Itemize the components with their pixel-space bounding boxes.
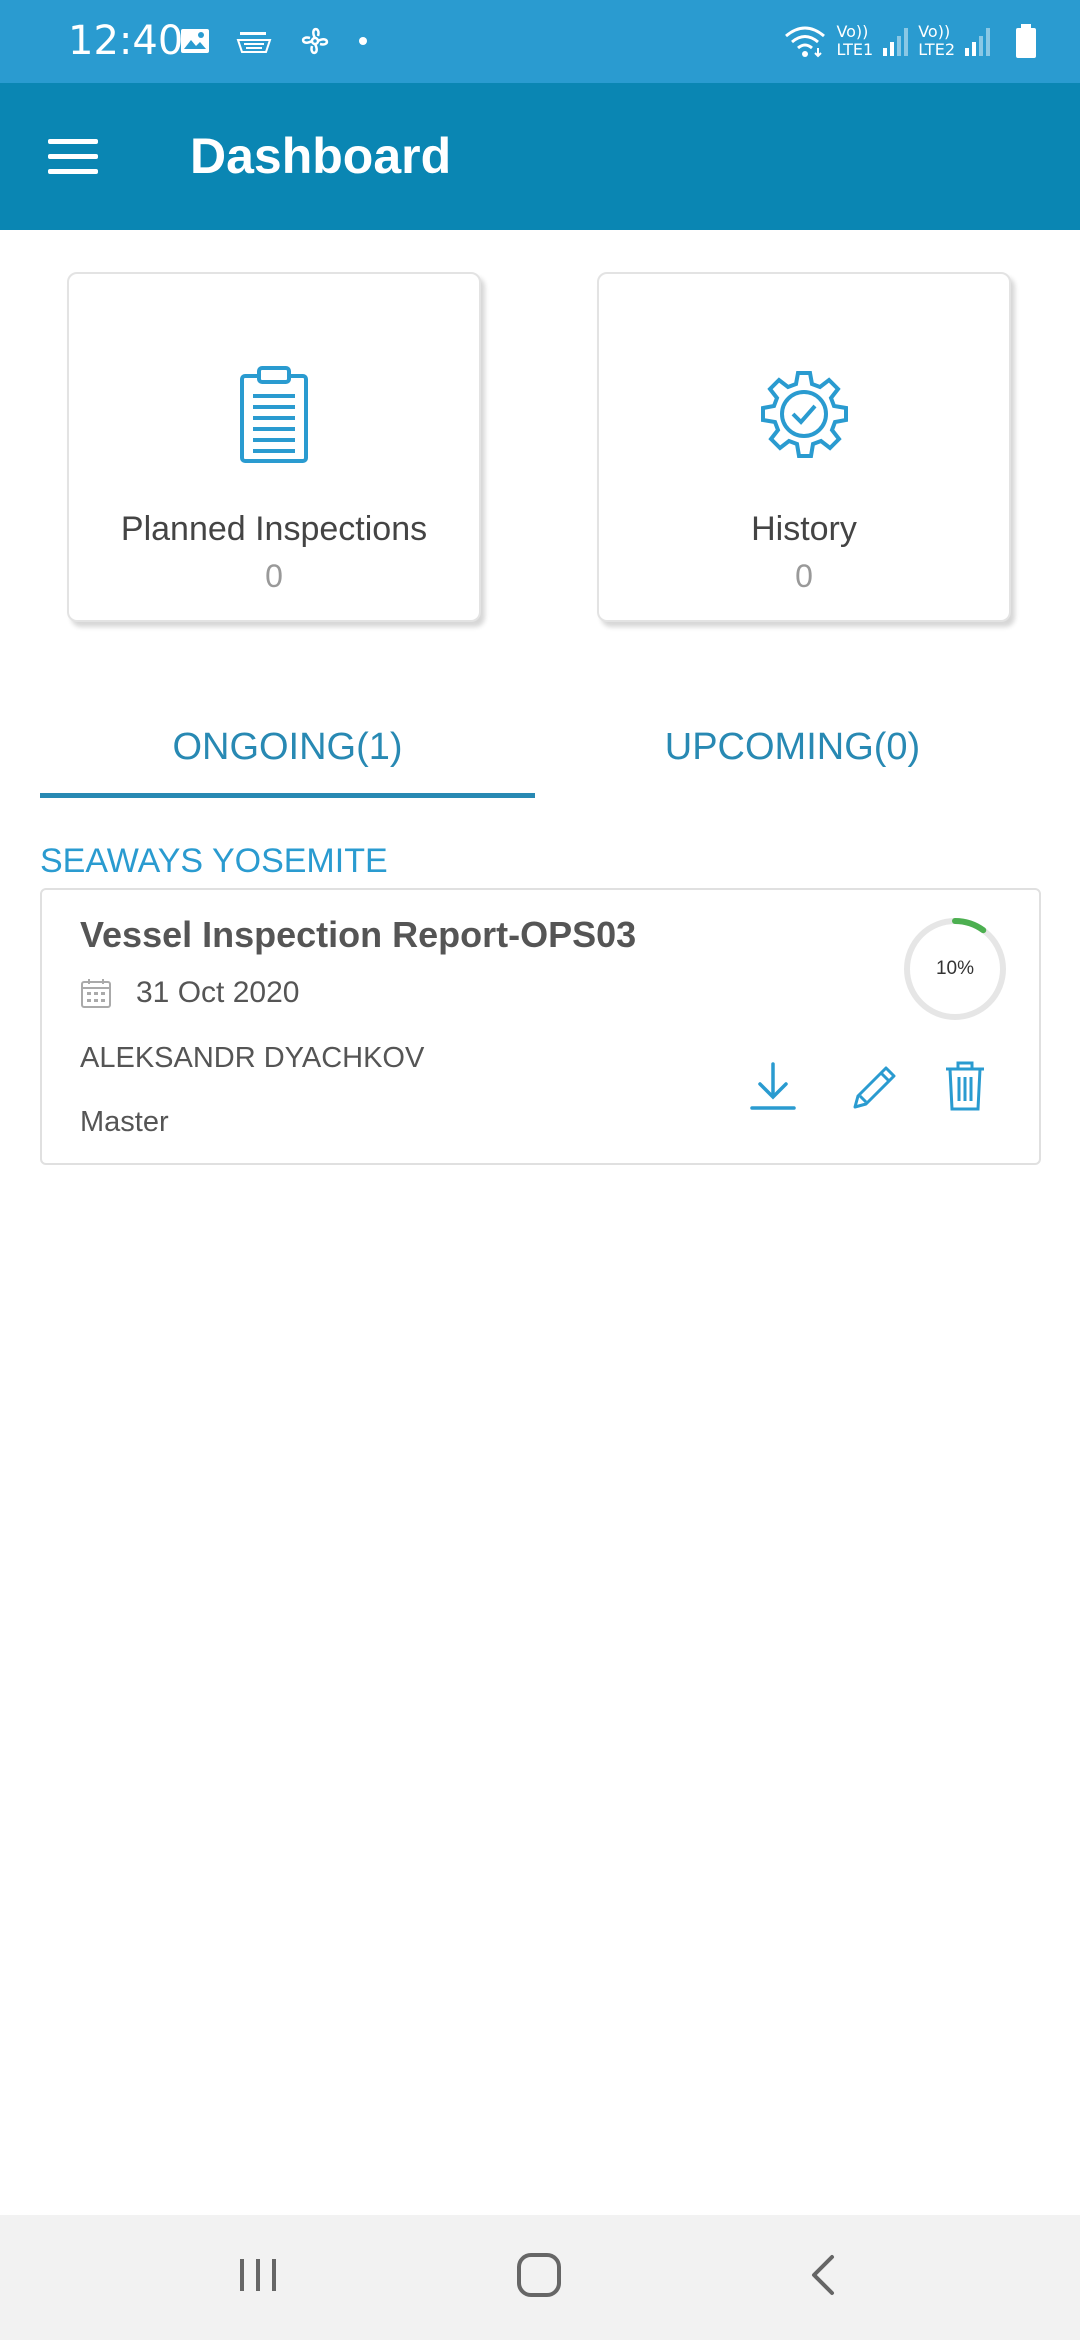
inspection-date-row: 31 Oct 2020 xyxy=(80,976,299,1010)
signal-icon xyxy=(883,26,909,56)
hamburger-icon[interactable] xyxy=(48,139,98,175)
back-icon[interactable] xyxy=(802,2245,842,2305)
status-bar: 12:40 Vo)) LTE1 Vo)) LTE2 xyxy=(0,0,1080,83)
fan-icon xyxy=(301,27,329,55)
planned-inspections-label: Planned Inspections xyxy=(120,510,428,548)
amazon-icon xyxy=(236,32,272,53)
system-nav-bar xyxy=(0,2215,1080,2340)
status-icons-right: Vo)) LTE1 Vo)) LTE2 xyxy=(784,16,1038,66)
history-count: 0 xyxy=(795,558,813,594)
wifi-icon xyxy=(785,26,826,58)
battery-icon xyxy=(1016,24,1036,58)
progress-label: 10% xyxy=(935,958,975,979)
sim1-volte: Vo)) xyxy=(836,22,869,41)
inspection-tabs: ONGOING(1) UPCOMING(0) xyxy=(40,700,1040,800)
progress-ring: 10% xyxy=(902,916,1008,1022)
tab-indicator xyxy=(40,793,535,798)
calendar-icon xyxy=(81,979,111,1008)
signal-icon-2 xyxy=(965,26,990,56)
vessel-name: SEAWAYS YOSEMITE xyxy=(40,842,388,880)
status-time: 12:40 xyxy=(68,18,184,64)
app-bar: Dashboard xyxy=(0,83,1080,230)
planned-inspections-card[interactable]: Planned Inspections 0 xyxy=(67,272,481,622)
sim2-volte: Vo)) xyxy=(918,22,951,41)
tab-ongoing[interactable]: ONGOING(1) xyxy=(40,700,535,800)
recent-apps-icon[interactable] xyxy=(236,2245,280,2305)
sim2-lte: LTE2 xyxy=(918,40,955,59)
delete-icon[interactable] xyxy=(944,1060,986,1112)
gallery-icon xyxy=(181,29,209,53)
history-label: History xyxy=(751,510,857,548)
sim2-indicator: Vo)) LTE2 xyxy=(918,23,955,59)
planned-inspections-count: 0 xyxy=(265,558,283,594)
inspection-date: 31 Oct 2020 xyxy=(136,976,300,1009)
gear-check-icon xyxy=(761,371,848,458)
sim1-lte: LTE1 xyxy=(836,40,874,59)
dot-icon xyxy=(359,37,367,45)
inspection-card[interactable]: Vessel Inspection Report-OPS03 31 Oct 20… xyxy=(40,888,1041,1165)
status-icons-left xyxy=(180,18,368,64)
inspection-title: Vessel Inspection Report-OPS03 xyxy=(80,914,637,955)
home-icon[interactable] xyxy=(514,2245,564,2305)
page-title: Dashboard xyxy=(190,128,452,184)
sim1-indicator: Vo)) LTE1 xyxy=(836,23,873,59)
history-card[interactable]: History 0 xyxy=(597,272,1011,622)
inspector-role: Master xyxy=(80,1106,169,1138)
tab-upcoming[interactable]: UPCOMING(0) xyxy=(545,700,1040,800)
inspector-name: ALEKSANDR DYACHKOV xyxy=(80,1042,425,1074)
clipboard-icon xyxy=(240,366,308,463)
edit-icon[interactable] xyxy=(850,1060,900,1112)
download-icon[interactable] xyxy=(748,1060,798,1112)
